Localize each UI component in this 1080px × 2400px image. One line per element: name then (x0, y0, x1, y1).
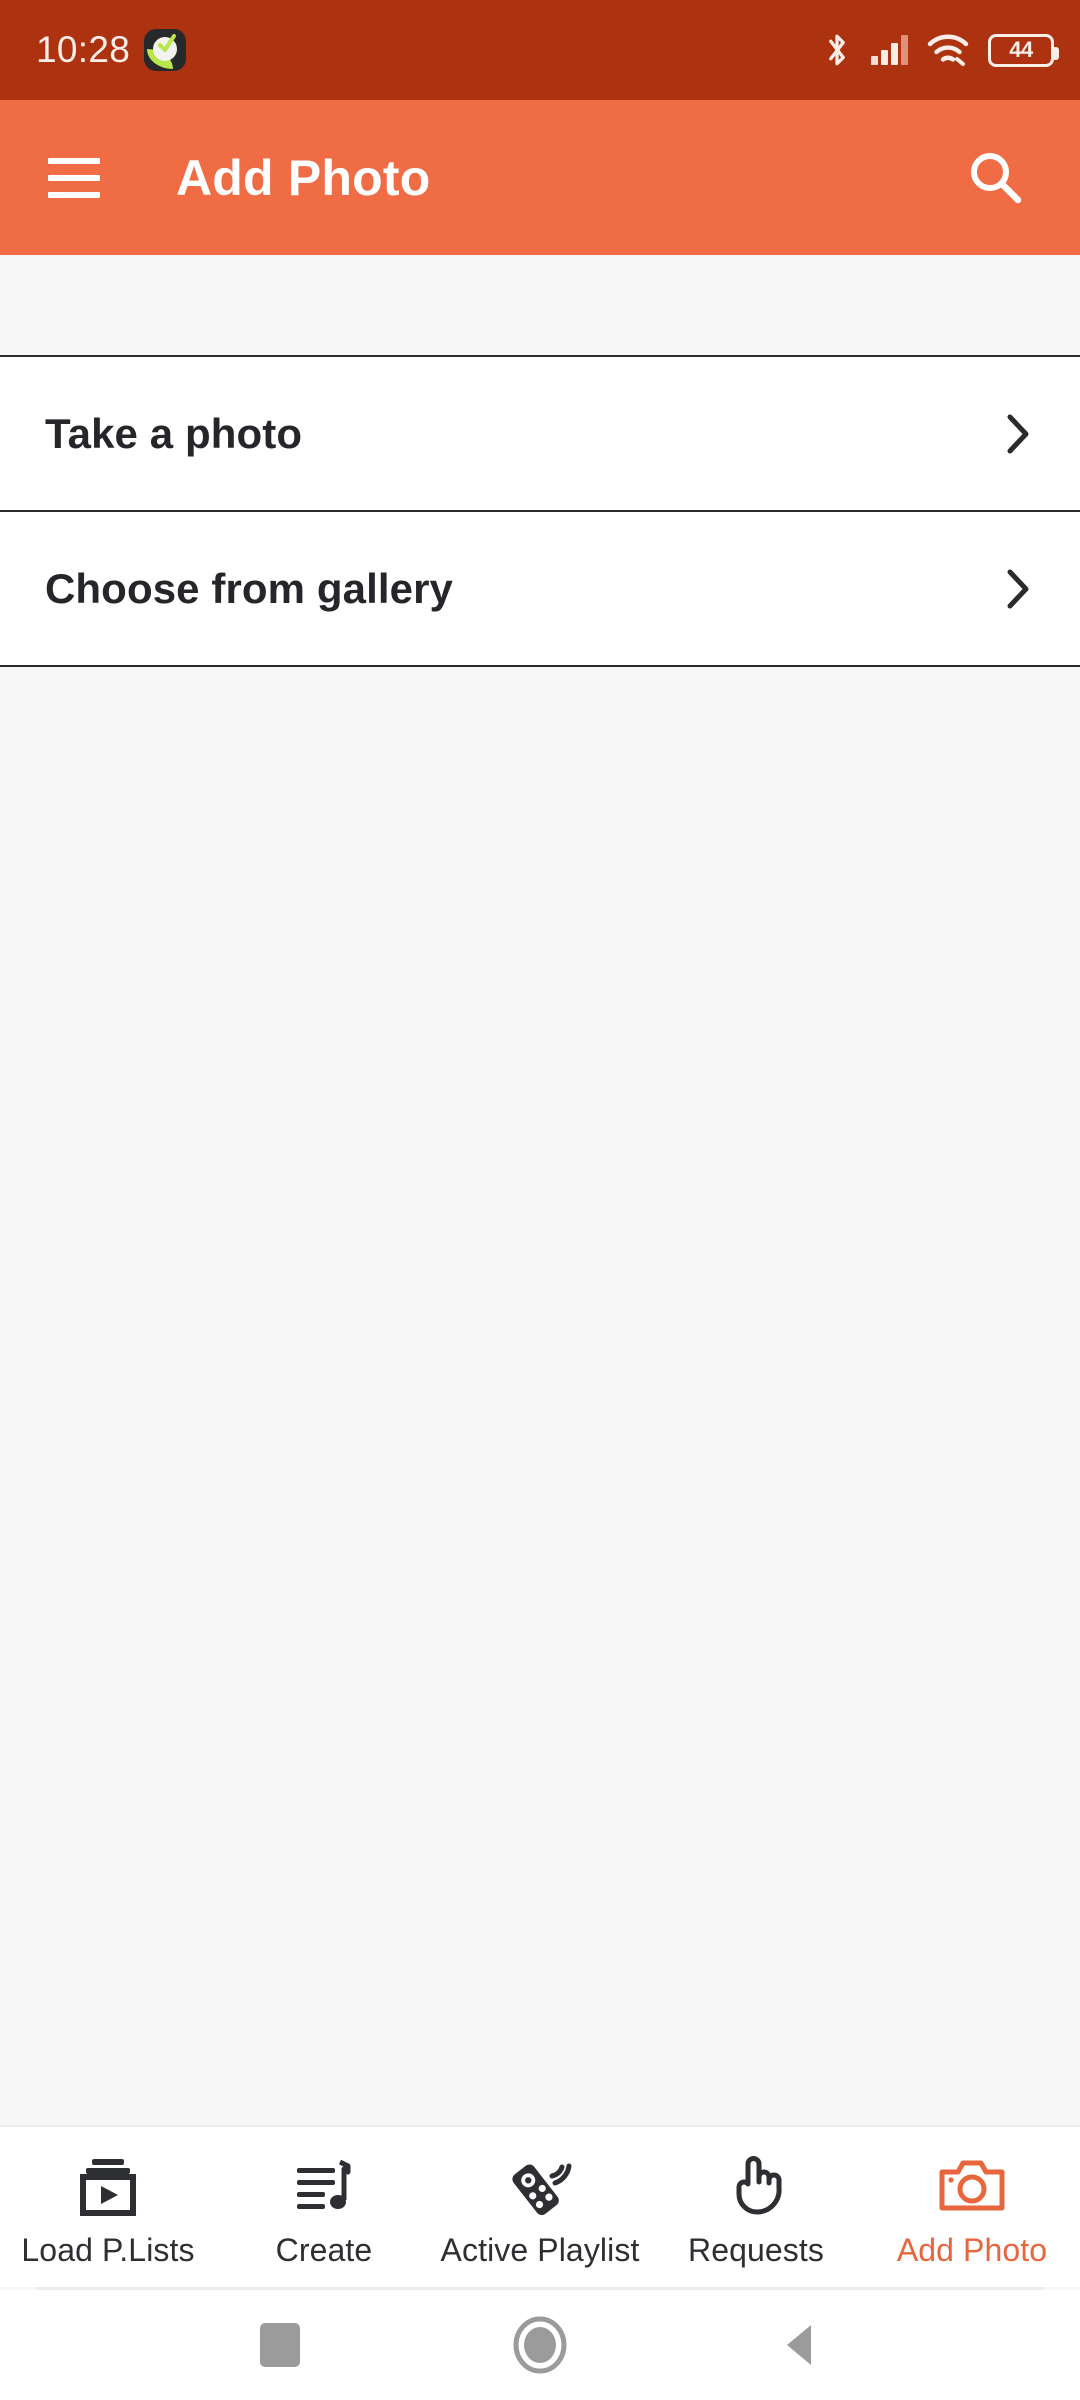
page-title: Add Photo (176, 149, 431, 206)
search-icon[interactable] (950, 133, 1040, 223)
recents-square-icon[interactable] (235, 2300, 325, 2390)
app-bar: Add Photo (0, 100, 1080, 255)
playlist-play-glyph (80, 2159, 136, 2216)
nav-item-load-playlists[interactable]: Load P.Lists (0, 2127, 216, 2287)
nav-label: Requests (688, 2232, 824, 2268)
wifi-icon (927, 34, 969, 66)
content-top-spacer (0, 255, 1080, 355)
home-circle-glyph (513, 2316, 567, 2374)
android-system-nav (0, 2290, 1080, 2400)
nav-label: Add Photo (896, 2232, 1048, 2268)
pointing-hand-glyph (736, 2156, 782, 2215)
camera-glyph (939, 2160, 1005, 2211)
remote-control-icon (505, 2151, 575, 2223)
main-content: Take a photo Choose from gallery (0, 255, 1080, 2125)
nav-item-create[interactable]: Create (216, 2127, 432, 2287)
status-bar-left: 10:28 (36, 29, 187, 71)
nav-item-requests[interactable]: Requests (648, 2127, 864, 2287)
nav-label: Load P.Lists (21, 2232, 195, 2268)
search-glyph (971, 152, 1022, 203)
nav-item-add-photo[interactable]: Add Photo (864, 2127, 1080, 2287)
home-circle-icon[interactable] (495, 2300, 585, 2390)
back-triangle-icon[interactable] (755, 2300, 845, 2390)
playlist-play-icon (75, 2151, 141, 2223)
hamburger-menu-icon[interactable] (48, 157, 100, 198)
photo-source-list: Take a photo Choose from gallery (0, 355, 1080, 667)
notification-app-icon (144, 29, 187, 71)
option-row-take-a-photo[interactable]: Take a photo (0, 357, 1080, 512)
option-row-choose-from-gallery[interactable]: Choose from gallery (0, 512, 1080, 667)
phone-screen: 10:28 44 Add Photo Take a photo Choose f… (0, 0, 1080, 2400)
chevron-right-icon (998, 414, 1038, 454)
remote-control-glyph (512, 2163, 572, 2216)
check-glyph (158, 34, 177, 52)
chevron-glyph (1007, 569, 1029, 608)
nav-label: Create (275, 2232, 373, 2268)
nav-item-active-playlist[interactable]: Active Playlist (432, 2127, 648, 2287)
battery-icon: 44 (988, 33, 1059, 67)
status-bar-right: 44 (822, 31, 1059, 69)
chevron-right-icon (998, 569, 1038, 609)
option-label: Choose from gallery (45, 564, 453, 612)
nav-label: Active Playlist (440, 2232, 640, 2268)
battery-level: 44 (1009, 37, 1033, 62)
chevron-glyph (1007, 414, 1029, 453)
option-label: Take a photo (45, 409, 303, 457)
bluetooth-icon (829, 34, 845, 66)
status-bar: 10:28 44 (0, 0, 1080, 100)
bottom-navigation-bar: Load P.Lists Create Active Playlist Requ… (0, 2125, 1080, 2287)
camera-icon (937, 2151, 1007, 2223)
empty-area (0, 667, 1080, 2125)
queue-music-glyph (297, 2159, 351, 2209)
back-triangle-glyph (787, 2325, 811, 2365)
status-bar-clock: 10:28 (36, 29, 131, 70)
queue-music-icon (291, 2151, 357, 2223)
cellular-signal-icon (871, 35, 908, 65)
pointing-hand-icon (725, 2151, 787, 2223)
